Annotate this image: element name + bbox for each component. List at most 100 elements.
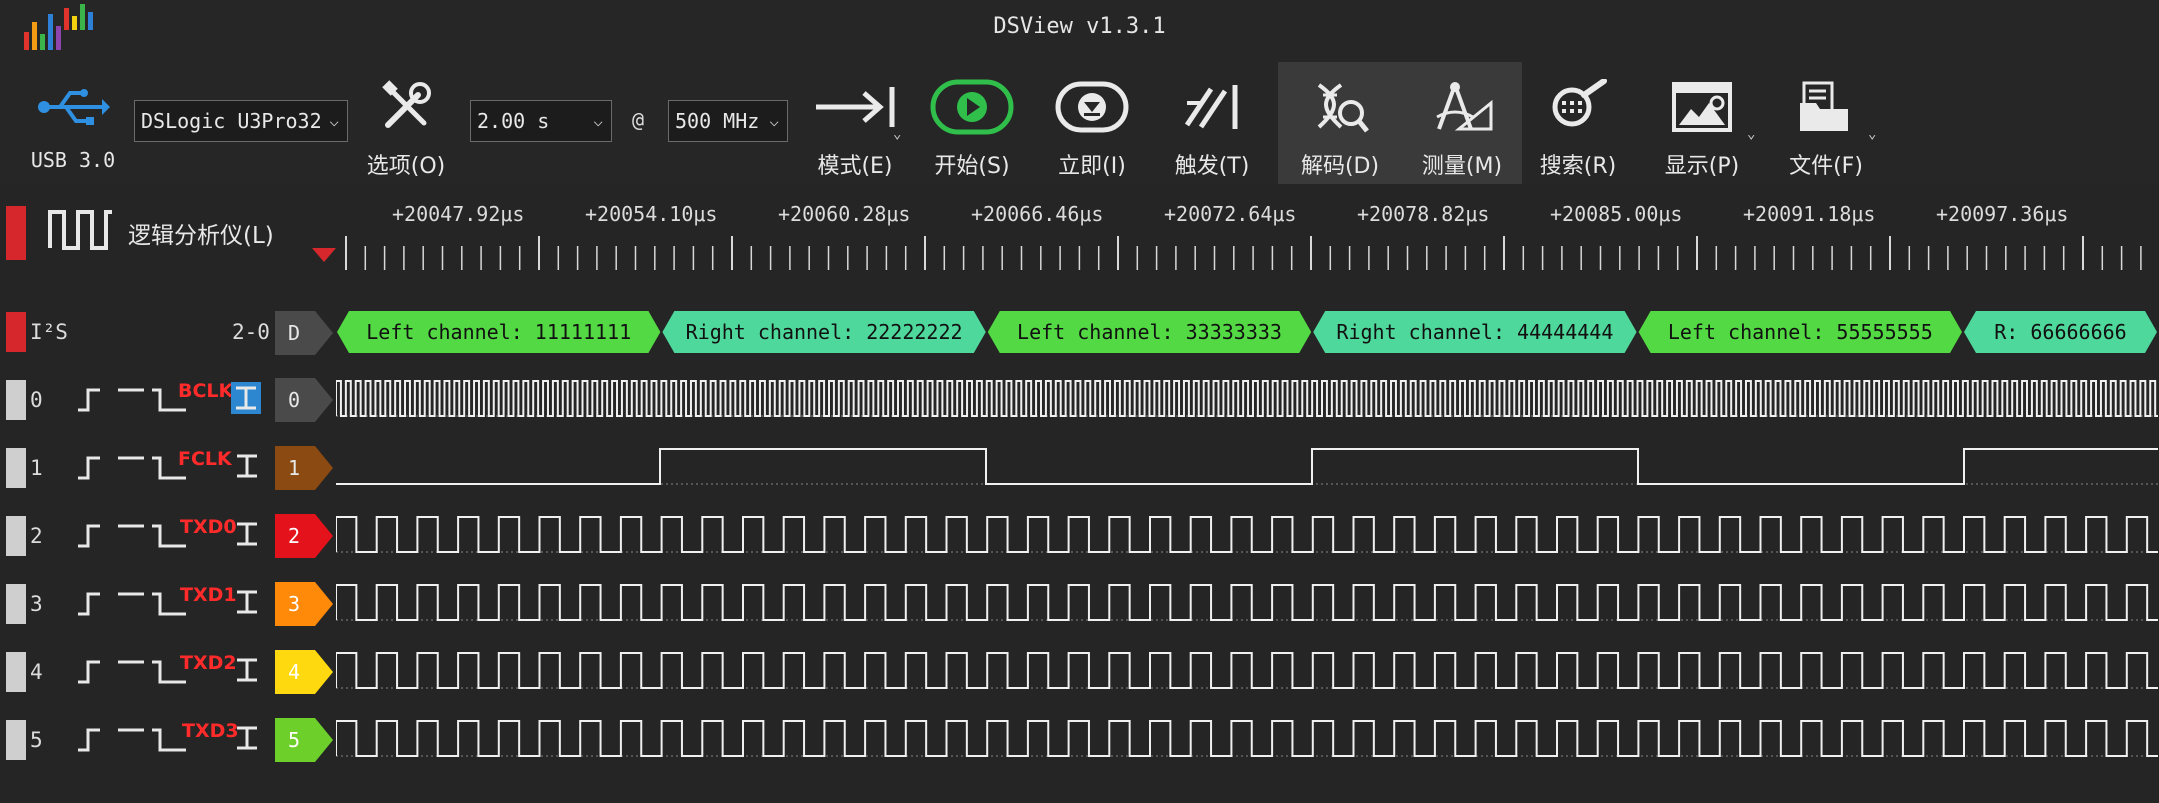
channel-marker — [6, 516, 26, 556]
channel-waveform — [336, 516, 2158, 553]
display-label: 显示(P) — [1664, 154, 1740, 179]
trigger-any-edge-icon[interactable] — [232, 654, 262, 686]
decoder-annotation[interactable]: Left channel: 33333333 — [987, 311, 1312, 353]
trigger-any-edge-icon[interactable] — [232, 518, 262, 550]
trigger-rising-edge-icon[interactable] — [76, 454, 116, 480]
channel-waveform — [336, 720, 2158, 757]
channel-number: 0 — [30, 388, 43, 412]
trigger-high-level-icon[interactable] — [114, 386, 154, 412]
trigger-high-level-icon[interactable] — [114, 454, 154, 480]
channel-row-0[interactable]: 0 BCLK 0 — [0, 368, 2159, 430]
search-icon — [1528, 76, 1628, 138]
channel-row-2[interactable]: 2 TXD0 2 — [0, 504, 2159, 566]
channel-tag-label: 0 — [287, 388, 301, 412]
window-title: DSView v1.3.1 — [993, 14, 1166, 39]
decoder-tag-label: D — [287, 321, 301, 345]
channel-row-3[interactable]: 3 TXD1 3 — [0, 572, 2159, 634]
channel-name: TXD1 — [180, 584, 237, 606]
display-button[interactable]: 显示(P) — [1652, 62, 1752, 184]
device-select[interactable]: DSLogic U3Pro32 ⌵ — [134, 100, 348, 142]
channel-marker — [6, 720, 26, 760]
file-chevron-down-icon[interactable]: ⌄ — [1868, 126, 1876, 142]
channel-tag-label: 2 — [287, 524, 301, 548]
channel-row-5[interactable]: 5 TXD3 5 — [0, 708, 2159, 770]
channel-tag-label: 4 — [287, 660, 301, 684]
trigger-any-edge-icon[interactable] — [232, 450, 262, 482]
decode-label: 解码(D) — [1300, 154, 1380, 179]
channel-number: 4 — [30, 660, 43, 684]
trigger-rising-edge-icon[interactable] — [76, 658, 116, 684]
decoder-range: 2-0 — [232, 320, 270, 344]
channel-waveform — [336, 652, 2158, 689]
decoder-annotation[interactable]: Right channel: 22222222 — [662, 311, 986, 353]
decoder-annotation[interactable]: R: 66666666 — [1964, 311, 2157, 353]
time-tick-label: +20078.82μs — [1357, 202, 1490, 226]
trigger-label: 触发(T) — [1174, 154, 1250, 179]
channel-row-1[interactable]: 1 FCLK 1 — [0, 436, 2159, 498]
channel-waveform — [336, 584, 2158, 621]
channel-number: 2 — [30, 524, 43, 548]
channel-tag[interactable]: 0 — [275, 378, 335, 422]
compass-ruler-icon — [1402, 76, 1522, 138]
decode-dna-icon — [1278, 76, 1402, 138]
trigger-any-edge-icon[interactable] — [228, 382, 264, 414]
trigger-high-level-icon[interactable] — [114, 590, 154, 616]
decoder-row-i2s[interactable]: I²S 2-0 D Left channel: 11111111 Right ch… — [0, 302, 2159, 364]
trigger-position-marker-icon[interactable] — [312, 248, 336, 264]
channel-tag[interactable]: 5 — [275, 718, 335, 762]
at-symbol: @ — [632, 108, 645, 132]
decoder-annotation[interactable]: Left channel: 55555555 — [1638, 311, 1962, 353]
time-tick-label: +20047.92μs — [392, 202, 525, 226]
channel-marker — [6, 448, 26, 488]
channel-tag[interactable]: 3 — [275, 582, 335, 626]
trigger-button[interactable]: 触发(T) — [1162, 62, 1262, 184]
channel-tag-label: 3 — [287, 592, 301, 616]
trigger-any-edge-icon[interactable] — [232, 586, 262, 618]
channel-name: TXD3 — [182, 720, 239, 742]
channel-tag[interactable]: 4 — [275, 650, 335, 694]
channel-row-4[interactable]: 4 TXD2 4 — [0, 640, 2159, 702]
duration-select[interactable]: 2.00 s ⌵ — [470, 100, 612, 142]
trigger-rising-edge-icon[interactable] — [76, 590, 116, 616]
file-label: 文件(F) — [1789, 154, 1863, 179]
time-tick-label: +20060.28μs — [778, 202, 911, 226]
start-label: 开始(S) — [934, 154, 1010, 179]
decoder-annotation[interactable]: Left channel: 11111111 — [337, 311, 661, 353]
analyzer-tab-marker — [6, 206, 26, 260]
start-button[interactable]: 开始(S) — [922, 62, 1022, 184]
file-folder-icon — [1776, 76, 1876, 138]
time-tick-label: +20066.46μs — [971, 202, 1104, 226]
decoder-tag[interactable]: D — [275, 311, 335, 355]
time-tick-label: +20097.36μs — [1936, 202, 2069, 226]
decoder-name: I²S — [30, 320, 68, 344]
instant-button[interactable]: 立即(I) — [1042, 62, 1142, 184]
channel-tag[interactable]: 2 — [275, 514, 335, 558]
display-chevron-down-icon[interactable]: ⌄ — [1747, 126, 1755, 142]
chevron-down-icon: ⌵ — [769, 111, 779, 130]
decode-button[interactable]: 解码(D) — [1278, 62, 1402, 184]
mode-button[interactable]: 模式(E) — [800, 62, 910, 184]
channel-tag[interactable]: 1 — [275, 446, 335, 490]
file-button[interactable]: 文件(F) — [1776, 62, 1876, 184]
measure-label: 测量(M) — [1421, 154, 1503, 179]
channel-number: 1 — [30, 456, 43, 480]
time-ticks — [345, 236, 2142, 270]
options-label: 选项(O) — [366, 154, 446, 179]
decoder-annotation[interactable]: Right channel: 44444444 — [1313, 311, 1637, 353]
trigger-rising-edge-icon[interactable] — [76, 386, 116, 412]
trigger-high-level-icon[interactable] — [114, 658, 154, 684]
mode-chevron-down-icon[interactable]: ⌄ — [893, 126, 901, 142]
search-button[interactable]: 搜索(R) — [1528, 62, 1628, 184]
trigger-any-edge-icon[interactable] — [232, 722, 262, 754]
trigger-high-level-icon[interactable] — [114, 726, 154, 752]
trigger-high-level-icon[interactable] — [114, 522, 154, 548]
measure-button[interactable]: 测量(M) — [1402, 62, 1522, 184]
sample-rate-select[interactable]: 500 MHz ⌵ — [668, 100, 788, 142]
options-button[interactable]: 选项(O) — [356, 62, 456, 184]
trigger-rising-edge-icon[interactable] — [76, 522, 116, 548]
tools-icon — [356, 76, 456, 138]
trigger-rising-edge-icon[interactable] — [76, 726, 116, 752]
time-ruler[interactable]: +20047.92μs +20054.10μs +20060.28μs +20066.… — [0, 184, 2159, 296]
usb-status: USB 3.0 — [18, 62, 128, 184]
channel-name: FCLK — [178, 448, 232, 470]
